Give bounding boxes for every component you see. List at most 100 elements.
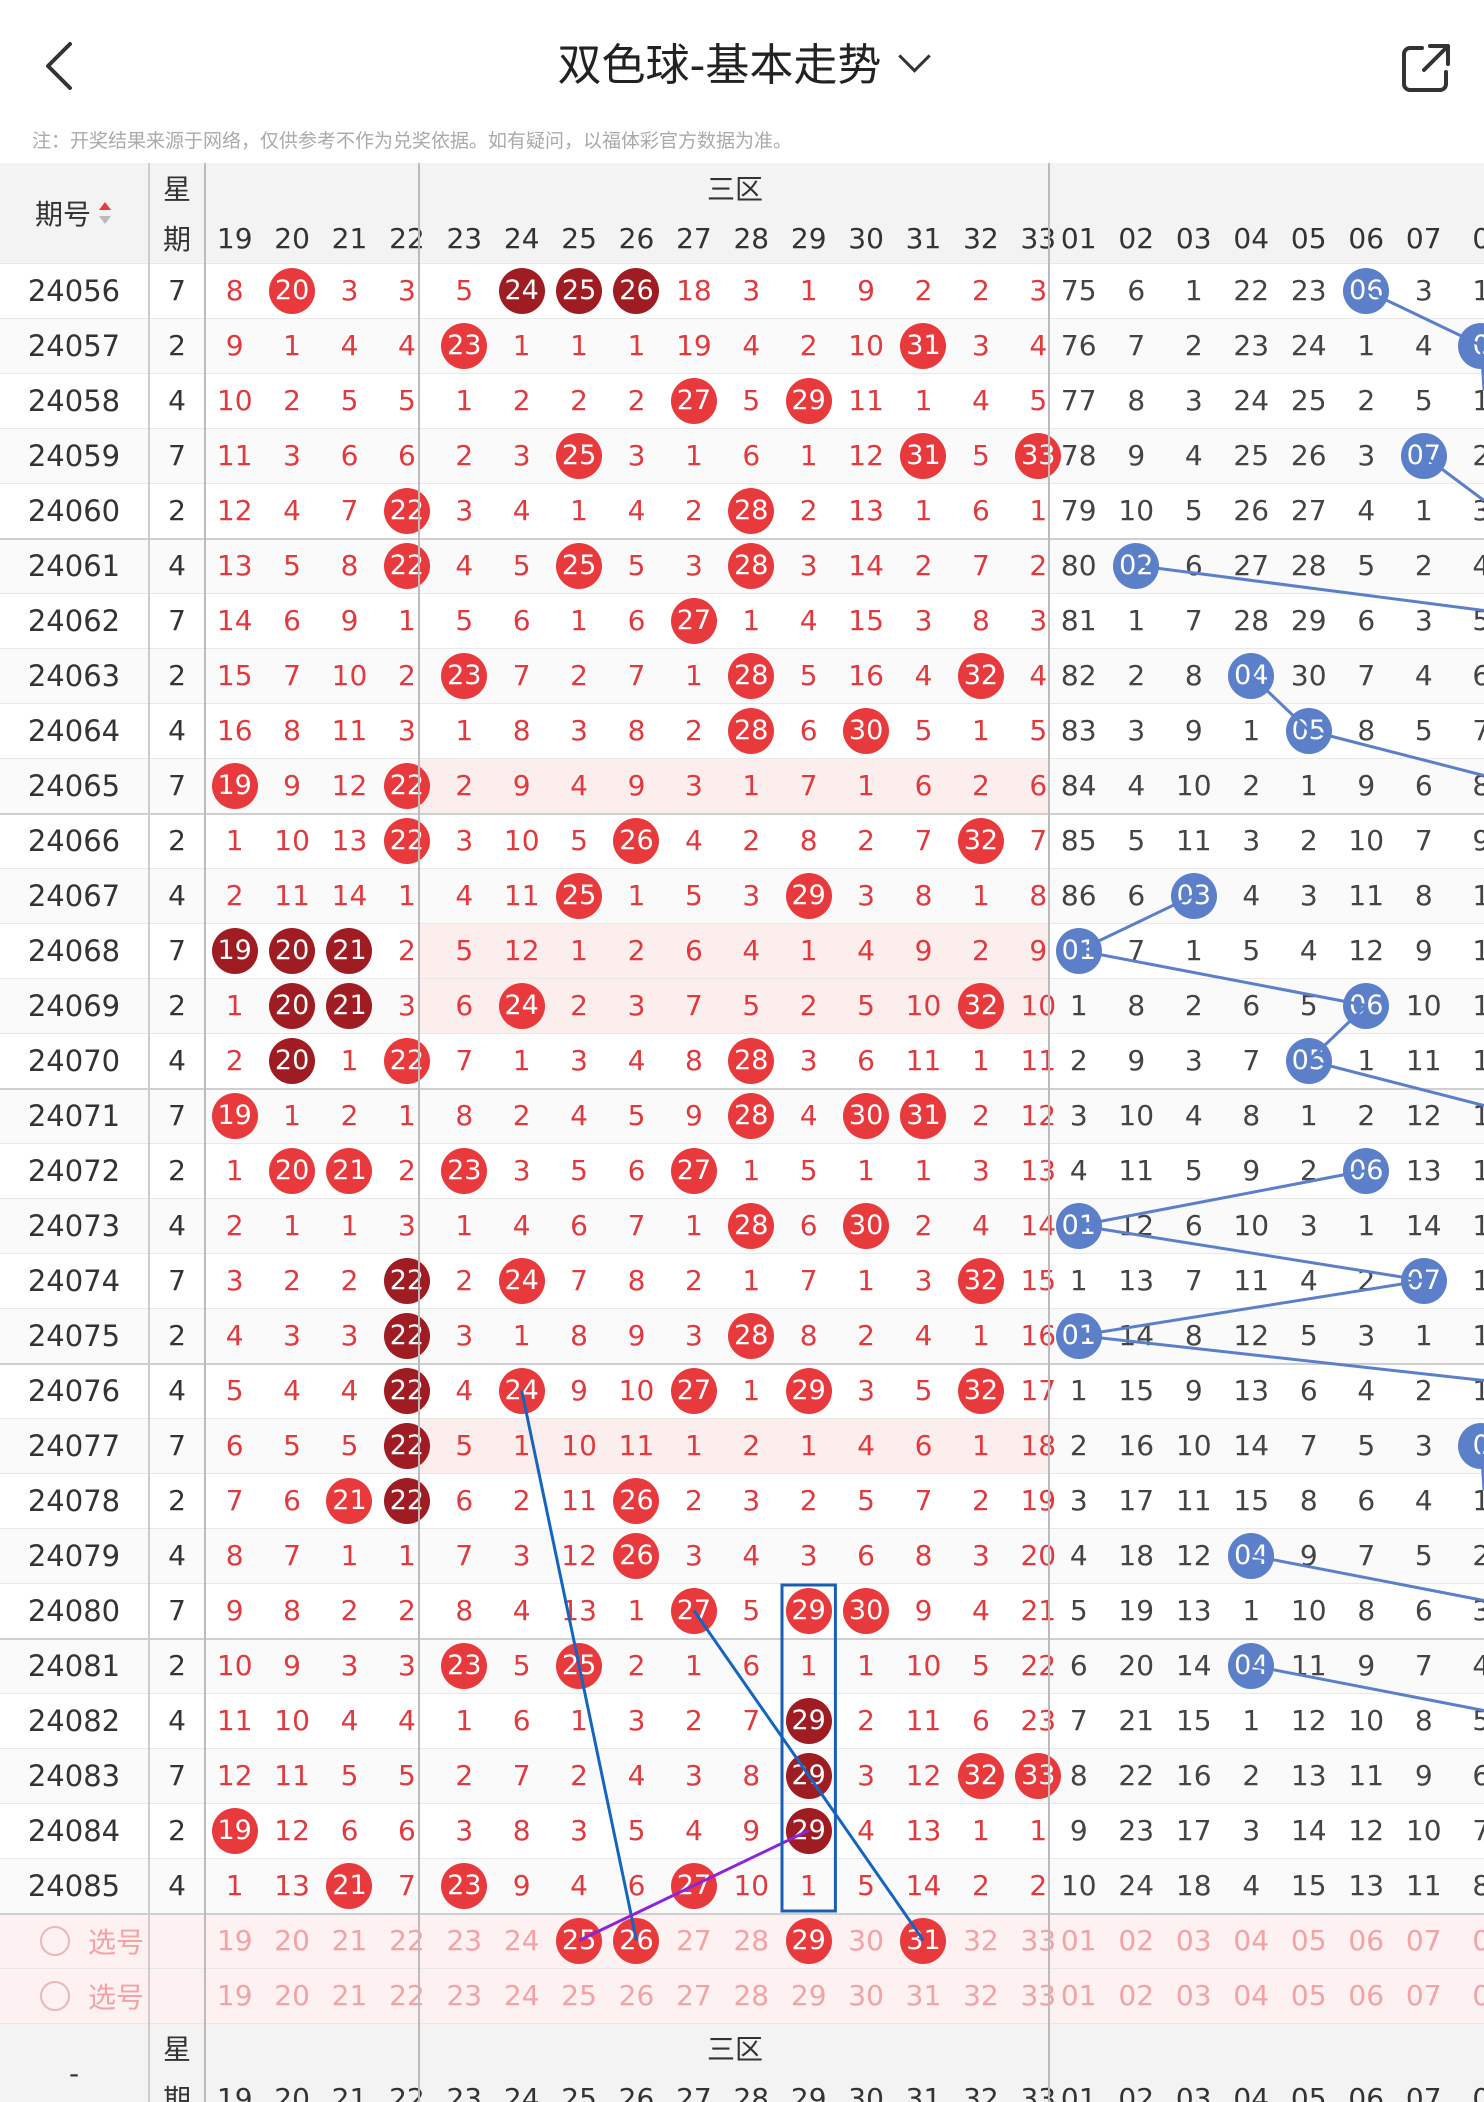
pick-red-cell[interactable]: 19 [206,1968,263,2023]
trend-chart[interactable]: 期号星期三区 19 20 21 22 23 24 25 26 27 28 29 30 31 32 33 01 02… [0,163,1484,2102]
red-cell: 1 [397,1539,416,1572]
red-cell: 22 [378,758,435,813]
pick-red-cell[interactable]: 19 [206,1913,263,1968]
pick-blue-cell[interactable]: 02 [1108,1968,1166,2023]
blue-cell: 10 [1348,824,1385,857]
picked-red-ball[interactable]: 25 [556,1917,603,1964]
pick-red-cell[interactable]: 28 [723,1968,780,2023]
radio-icon[interactable] [40,1980,70,2011]
blue-cell: 15 [1290,1869,1327,1902]
red-cell: 30 [837,1583,894,1638]
pick-red-cell[interactable]: 25 [550,1913,607,1968]
pick-red-cell[interactable]: 30 [837,1968,894,2023]
pick-red-cell[interactable]: 30 [837,1913,894,1968]
blue-cell: 2 [1299,1154,1318,1187]
issue-number: 24067 [27,878,121,913]
red-cell: 4 [742,329,761,362]
disclaimer-text: 注：开奖结果来源于网络，仅供参考不作为兑奖依据。如有疑问，以福体彩官方数据为准。 [32,130,793,152]
pick-blue-cell[interactable]: 04 [1223,1913,1281,1968]
blue-cell: 03 [1165,868,1223,923]
red-cell: 6 [857,1539,875,1572]
pick-red-cell[interactable]: 22 [378,1968,435,2023]
pick-red-cell[interactable]: 22 [378,1913,435,1968]
pick-red-cell[interactable]: 23 [436,1913,493,1968]
pick-blue-cell[interactable]: 01 [1050,1968,1108,2023]
picked-red-ball[interactable]: 26 [613,1917,660,1964]
table-row: 24072 2 1 20 21 2 23 3 5 6 27 1 5 1 1 3 13 4 11 5 9 2 06 13 1 [0,1143,1484,1198]
pick-blue-cell[interactable]: 01 [1050,1913,1108,1968]
red-cell: 7 [512,659,531,692]
pick-label-cell[interactable]: 选号 [40,1968,200,2023]
pick-red-cell[interactable]: 21 [321,1913,378,1968]
red-cell: 1 [397,604,416,637]
blue-cell: 2 [1069,1429,1088,1462]
pick-red-cell[interactable]: 28 [723,1913,780,1968]
pick-blue-cell[interactable]: 02 [1108,1913,1166,1968]
red-cell: 7 [742,1704,761,1737]
red-cell: 28 [723,703,780,758]
picked-red-ball[interactable]: 29 [785,1917,832,1964]
pick-red-cell[interactable]: 29 [780,1968,837,2023]
blue-cell: 7 [1069,1704,1088,1737]
pick-red-cell[interactable]: 27 [665,1913,722,1968]
pick-blue-cell[interactable]: 04 [1223,1968,1281,2023]
pick-blue-cell[interactable]: 06 [1338,1968,1396,2023]
pick-blue-cell[interactable]: 0 [1453,1913,1484,1968]
red-cell: 16 [216,714,253,747]
pick-red-cell[interactable]: 24 [493,1913,550,1968]
red-cell: 8 [225,1539,244,1572]
blue-cell: 13 [1290,1759,1327,1792]
blue-column-header: 03 [1175,221,1212,255]
red-cell: 4 [340,1374,359,1407]
pick-blue-cell[interactable]: 03 [1165,1968,1223,2023]
pick-red-cell[interactable]: 27 [665,1968,722,2023]
red-cell: 5 [971,439,990,472]
pick-red-cell[interactable]: 31 [895,1913,952,1968]
row-divider [0,318,1484,319]
pick-red-cell[interactable]: 21 [321,1968,378,2023]
picked-red-ball[interactable]: 31 [900,1917,947,1964]
row-divider [0,1583,1484,1584]
red-cell: 3 [799,1539,818,1572]
red-cell: 11 [905,1044,942,1077]
red-cell: 4 [512,1209,531,1242]
radio-icon[interactable] [40,1925,70,1956]
red-cell: 2 [857,1704,875,1737]
pick-red-cell[interactable]: 32 [952,1968,1009,2023]
pick-blue-cell[interactable]: 0 [1453,1968,1484,2023]
pick-row[interactable]: 选号 19 20 21 22 23 24 25 26 27 28 29 30 31 32 33 01 02 03 04… [0,1968,1484,2023]
red-cell: 4 [340,329,359,362]
pick-blue-cell[interactable]: 06 [1338,1913,1396,1968]
pick-red-cell[interactable]: 26 [608,1913,665,1968]
red-cell: 9 [283,769,301,802]
pick-row[interactable]: 选号 19 20 21 22 23 24 25 26 27 28 29 30 31 32 33 01 02 03 04… [0,1913,1484,1968]
pick-red-cell[interactable]: 25 [550,1968,607,2023]
red-cell: 25 [550,263,607,318]
red-cell: 4 [627,1759,646,1792]
pick-red-cell[interactable]: 20 [263,1968,320,2023]
page-title-dropdown[interactable]: 双色球-基本走势 [0,36,1484,96]
blue-cell: 5 [1184,494,1203,527]
blue-cell: 1 [1242,1594,1261,1627]
pick-red-cell[interactable]: 31 [895,1968,952,2023]
red-cell: 3 [742,879,761,912]
blue-cell: 3 [1069,1484,1088,1517]
pick-label-cell[interactable]: 选号 [40,1913,200,1968]
red-cell: 1 [857,1264,875,1297]
pick-red-cell[interactable]: 26 [608,1968,665,2023]
blue-column-header: 05 [1290,2081,1327,2102]
pick-blue-cell[interactable]: 05 [1280,1913,1338,1968]
pick-red-cell[interactable]: 23 [436,1968,493,2023]
pick-red-cell[interactable]: 29 [780,1913,837,1968]
pick-red-cell[interactable]: 24 [493,1968,550,2023]
pick-blue-cell[interactable]: 07 [1395,1968,1453,2023]
blue-cell: 5 [1299,989,1318,1022]
pick-blue-cell[interactable]: 07 [1395,1913,1453,1968]
pick-blue-cell[interactable]: 05 [1280,1968,1338,2023]
pick-red-cell[interactable]: 20 [263,1913,320,1968]
issue-sort-header[interactable]: 期号 [0,163,148,263]
pick-blue-cell[interactable]: 03 [1165,1913,1223,1968]
pick-red-cell[interactable]: 32 [952,1913,1009,1968]
share-icon[interactable] [1398,40,1454,96]
red-ball: 27 [670,1862,717,1909]
